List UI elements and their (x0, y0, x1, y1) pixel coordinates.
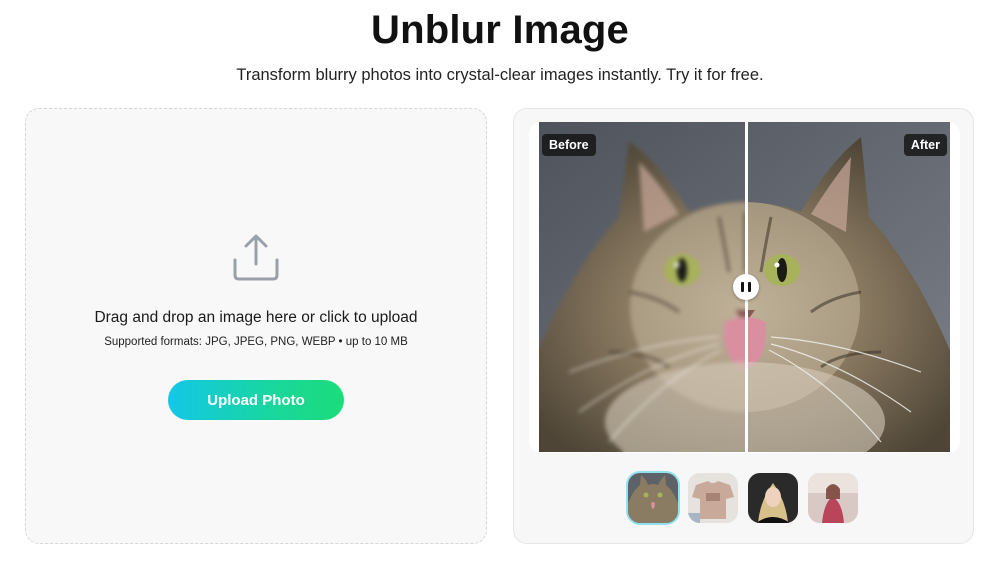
after-badge: After (903, 134, 947, 156)
supported-formats: Supported formats: JPG, JPEG, PNG, WEBP … (104, 336, 408, 348)
thumbnail-portrait[interactable] (748, 473, 798, 523)
page-subtitle: Transform blurry photos into crystal-cle… (236, 66, 764, 84)
upload-instruction: Drag and drop an image here or click to … (94, 309, 418, 326)
slider-handle[interactable] (733, 274, 759, 300)
upload-photo-button[interactable]: Upload Photo (168, 380, 344, 420)
thumbnail-person-outdoor[interactable] (808, 473, 858, 523)
thumbnail-person-outdoor-image (808, 473, 858, 523)
pause-icon-bar (748, 282, 751, 292)
before-badge: Before (542, 134, 596, 156)
page-title: Unblur Image (371, 8, 629, 52)
cat-image-before (539, 122, 745, 452)
sample-thumbnails (628, 473, 860, 523)
compare-frame: Before After (529, 122, 960, 453)
thumbnail-clothing[interactable] (688, 473, 738, 523)
compare-image[interactable]: Before After (539, 122, 950, 452)
before-after-preview: Before After (513, 108, 974, 544)
pause-icon (741, 282, 744, 292)
thumbnail-clothing-image (688, 473, 738, 523)
thumbnail-portrait-image (748, 473, 798, 523)
thumbnail-cat-image (628, 473, 678, 523)
upload-icon (233, 234, 279, 281)
thumbnail-cat[interactable] (628, 473, 678, 523)
upload-dropzone[interactable]: Drag and drop an image here or click to … (25, 108, 487, 544)
before-half (539, 122, 745, 452)
